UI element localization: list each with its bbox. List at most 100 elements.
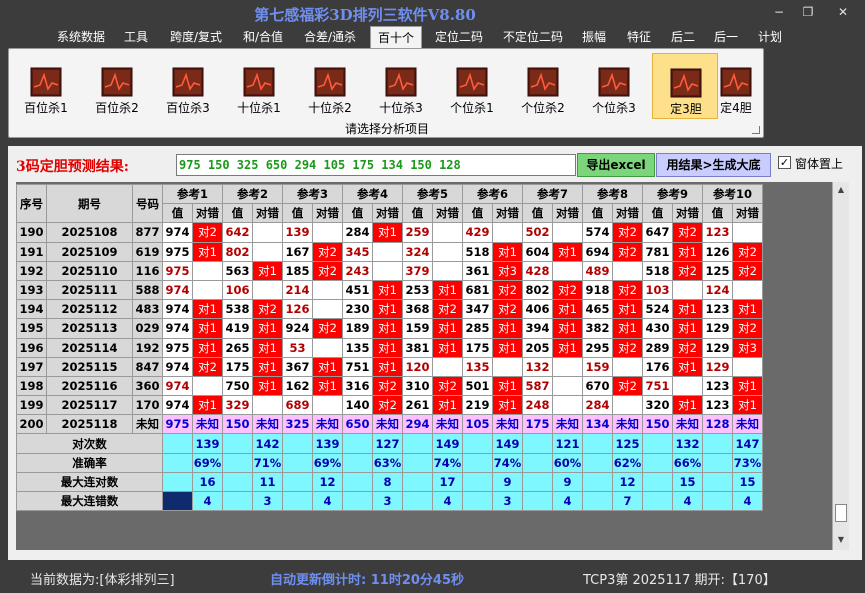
ribbon-button-2[interactable]: 百位杀3 <box>155 53 221 119</box>
ref-value: 129 <box>702 318 733 339</box>
ref-value: 248 <box>522 395 553 416</box>
table-row[interactable]: 195 2025113 029 974 对1 419 对1 924 对2 189 对1 159 对1 28… <box>16 318 763 339</box>
stats-value: 125 <box>612 433 643 454</box>
menu-item-9[interactable]: 特征 <box>621 26 657 48</box>
menu-item-2[interactable]: 跨度/复式 <box>162 26 230 48</box>
ref-value: 159 <box>402 318 433 339</box>
ribbon-button-7[interactable]: 个位杀2 <box>510 53 576 119</box>
ref-value: 781 <box>642 241 673 262</box>
menu-item-11[interactable]: 后一 <box>708 26 744 48</box>
menu-item-12[interactable]: 计划 <box>752 26 788 48</box>
ref-value: 294 <box>402 414 433 435</box>
ribbon-button-6[interactable]: 个位杀1 <box>439 53 505 119</box>
ref-hit: 对1 <box>252 318 283 339</box>
ref-group-header: 参考1 <box>162 183 223 205</box>
ref-value: 123 <box>702 299 733 320</box>
ref-hit: 未知 <box>492 414 523 435</box>
ref-value: 347 <box>462 299 493 320</box>
menu-item-0[interactable]: 系统数据 <box>52 26 110 48</box>
ribbon-expand-icon[interactable] <box>752 126 760 134</box>
ribbon-button-3[interactable]: 十位杀1 <box>226 53 292 119</box>
ref-hit <box>492 222 523 243</box>
ref-value: 175 <box>222 356 253 377</box>
stats-empty <box>522 433 553 454</box>
ref-value: 429 <box>462 222 493 243</box>
table-row[interactable]: 198 2025116 360 974 750 对1 162 对1 316 对2 310 对2 501 对… <box>16 375 763 397</box>
data-grid[interactable]: 序号 期号 号码 参考1 参考2 参考3 参考4 参考5 参考6 参考7 参考8 参考9 参考10 值对错… <box>16 182 832 550</box>
minimize-icon[interactable]: − <box>768 4 790 20</box>
value-subheader: 值 <box>222 203 253 224</box>
export-excel-button[interactable]: 导出excel <box>577 153 655 177</box>
ref-value: 123 <box>702 222 733 243</box>
ref-hit: 对1 <box>372 356 403 377</box>
scroll-thumb[interactable] <box>835 504 847 522</box>
table-row[interactable]: 193 2025111 588 974 106 214 451 对1 253 对1 681 对2 802… <box>16 279 763 301</box>
ref-value: 604 <box>522 241 553 262</box>
stats-empty <box>522 490 553 512</box>
ref-value: 975 <box>162 414 193 435</box>
menu-item-8[interactable]: 振幅 <box>576 26 612 48</box>
close-icon[interactable]: ✕ <box>832 4 854 20</box>
hit-subheader: 对错 <box>372 203 403 224</box>
table-row[interactable]: 197 2025115 847 974 对2 175 对1 367 对1 751 对1 120 135 1… <box>16 356 763 377</box>
restore-icon[interactable]: ❐ <box>797 4 819 20</box>
ribbon-button-5[interactable]: 十位杀3 <box>368 53 434 119</box>
table-row[interactable]: 196 2025114 192 975 对1 265 对1 53 135 对1 381 对1 175 对1… <box>16 337 763 358</box>
always-on-top-checkbox[interactable]: ✓ <box>778 156 791 169</box>
ribbon-button-0[interactable]: 百位杀1 <box>13 53 79 119</box>
ref-hit: 对1 <box>612 299 643 320</box>
stats-value: 11 <box>252 471 283 493</box>
menu-item-4[interactable]: 合差/通杀 <box>298 26 362 48</box>
stats-value: 15 <box>672 471 703 493</box>
menu-item-1[interactable]: 工具 <box>118 26 154 48</box>
stats-row: 最大连对数 16 11 12 8 17 9 9 12 15 15 <box>16 471 763 493</box>
table-row[interactable]: 190 2025108 877 974 对2 642 139 284 对1 259 429 502 57… <box>16 222 763 243</box>
stats-empty <box>402 452 433 473</box>
stats-value: 66% <box>672 452 703 473</box>
ref-group-header: 参考10 <box>702 183 763 205</box>
ref-hit: 对1 <box>732 375 763 397</box>
generate-button[interactable]: 用结果>生成大底 <box>656 153 771 177</box>
ribbon-button-9[interactable]: 定3胆 <box>652 53 718 119</box>
result-field[interactable]: 975 150 325 650 294 105 175 134 150 128 <box>176 154 576 176</box>
scroll-down-icon[interactable]: ▼ <box>833 532 849 548</box>
menu-item-7[interactable]: 不定位二码 <box>497 26 569 48</box>
menu-item-10[interactable]: 后二 <box>665 26 701 48</box>
stats-value: 4 <box>672 490 703 512</box>
stats-row: 最大连错数 4 3 4 3 4 3 4 7 4 4 <box>16 490 763 512</box>
ref-hit: 对2 <box>372 395 403 416</box>
status-bar: 当前数据为:[体彩排列三] 自动更新倒计时: 11时20分45秒 TCP3第 2… <box>0 562 865 593</box>
ref-hit: 对1 <box>192 395 223 416</box>
scroll-up-icon[interactable]: ▲ <box>833 182 849 198</box>
ref-hit: 对2 <box>432 375 463 397</box>
vertical-scrollbar[interactable]: ▲ ▼ <box>832 182 849 550</box>
hit-subheader: 对错 <box>732 203 763 224</box>
stats-empty <box>342 452 373 473</box>
ribbon-button-1[interactable]: 百位杀2 <box>84 53 150 119</box>
ribbon-button-10[interactable]: 定4胆 <box>710 53 762 119</box>
ribbon-button-label: 百位杀2 <box>95 101 139 115</box>
ref-value: 367 <box>282 356 313 377</box>
ref-value: 189 <box>342 318 373 339</box>
ref-group-header: 参考2 <box>222 183 283 205</box>
ref-hit: 对2 <box>672 222 703 243</box>
table-row[interactable]: 199 2025117 170 974 对1 329 689 140 对2 261 对1 219 对1 2… <box>16 395 763 416</box>
stats-empty <box>582 452 613 473</box>
table-row[interactable]: 192 2025110 116 975 563 对1 185 对2 243 379 361 对3 428… <box>16 260 763 281</box>
hit-subheader: 对错 <box>492 203 523 224</box>
menu-item-3[interactable]: 和/合值 <box>236 26 290 48</box>
stats-value: 127 <box>372 433 403 454</box>
ribbon-button-4[interactable]: 十位杀2 <box>297 53 363 119</box>
table-row[interactable]: 200 2025118 未知 975 未知 150 未知 325 未知 650 未知 294 未知 105… <box>16 414 763 435</box>
menu-item-6[interactable]: 定位二码 <box>429 26 489 48</box>
menu-item-5[interactable]: 百十个 <box>370 26 422 48</box>
ref-value: 502 <box>522 222 553 243</box>
table-row[interactable]: 194 2025112 483 974 对1 538 对2 126 230 对1 368 对2 347 对… <box>16 299 763 320</box>
table-row[interactable]: 191 2025109 619 975 对1 802 167 对2 345 324 518 对1 604… <box>16 241 763 262</box>
ribbon-button-8[interactable]: 个位杀3 <box>581 53 647 119</box>
row-seq: 199 <box>16 395 47 416</box>
ref-hit: 对2 <box>732 318 763 339</box>
ref-group-header: 参考6 <box>462 183 523 205</box>
stats-value: 3 <box>252 490 283 512</box>
chart-icon <box>101 67 133 97</box>
